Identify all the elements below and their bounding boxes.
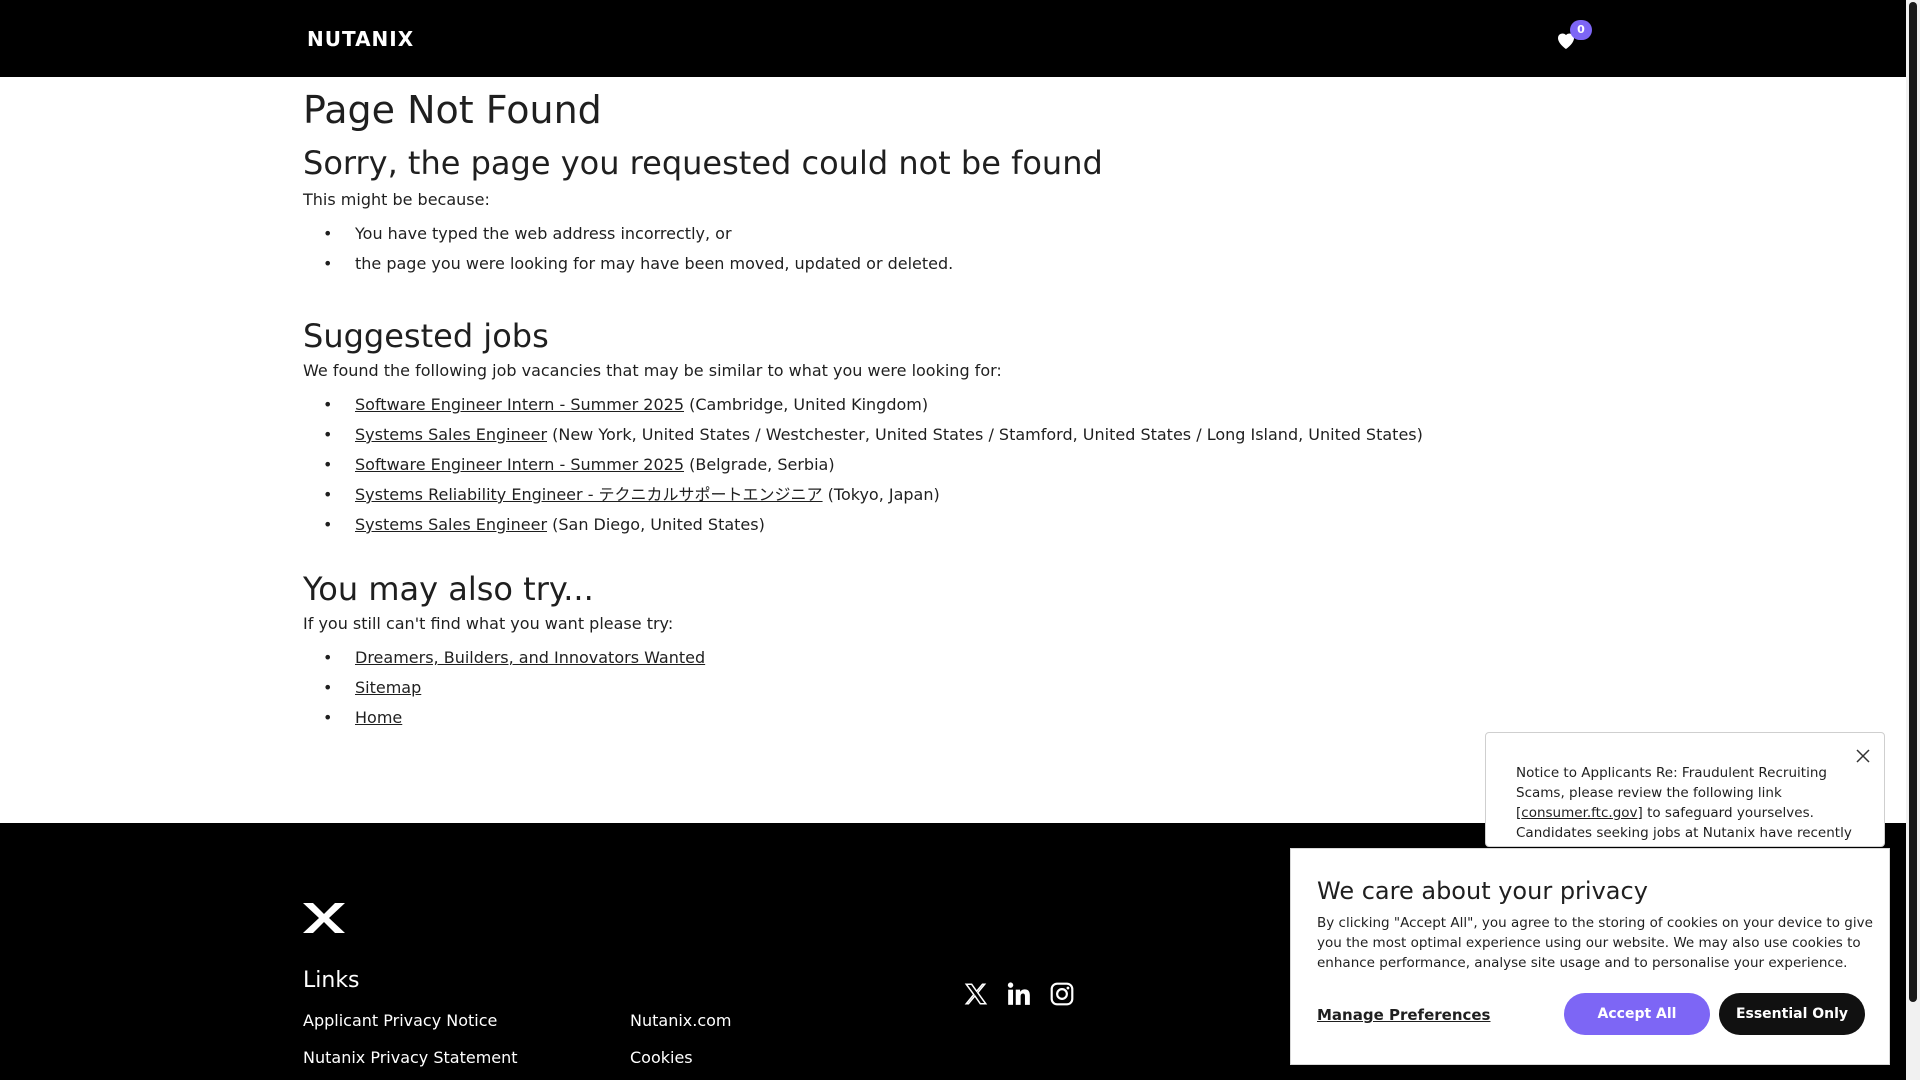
job-item: Systems Reliability Engineer - テクニカルサポート… [303, 480, 1603, 510]
job-item: Systems Sales Engineer (San Diego, Unite… [303, 510, 1603, 540]
suggested-jobs-intro: We found the following job vacancies tha… [303, 361, 1002, 380]
scrollbar[interactable] [1906, 0, 1920, 1080]
main-content: Page Not Found Sorry, the page you reque… [303, 88, 1603, 733]
home-link[interactable]: Home [355, 708, 402, 727]
privacy-statement-link[interactable]: Nutanix Privacy Statement [303, 1048, 518, 1067]
instagram-icon[interactable] [1049, 981, 1075, 1007]
manage-preferences-link[interactable]: Manage Preferences [1317, 1006, 1491, 1024]
linkedin-icon[interactable] [1006, 981, 1032, 1007]
job-link[interactable]: Systems Sales Engineer [355, 515, 547, 534]
fraud-notice-popup: Notice to Applicants Re: Fraudulent Recr… [1485, 732, 1885, 847]
page-subtitle: Sorry, the page you requested could not … [303, 144, 1103, 182]
job-location: (Tokyo, Japan) [827, 485, 940, 504]
suggested-jobs-heading: Suggested jobs [303, 317, 549, 355]
nutanix-x-logo[interactable] [303, 903, 345, 933]
applicant-privacy-link[interactable]: Applicant Privacy Notice [303, 1011, 497, 1030]
nutanix-com-link[interactable]: Nutanix.com [630, 1011, 732, 1030]
cookie-text: By clicking "Accept All", you agree to t… [1317, 915, 1873, 971]
close-icon[interactable] [1854, 747, 1872, 765]
job-location: (New York, United States / Westchester, … [552, 425, 1423, 444]
also-try-list: Dreamers, Builders, and Innovators Wante… [303, 643, 1603, 733]
saved-count-badge: 0 [1570, 20, 1592, 40]
x-icon[interactable] [963, 981, 989, 1007]
page-title: Page Not Found [303, 88, 602, 132]
reason-list: You have typed the web address incorrect… [303, 219, 1603, 279]
job-link[interactable]: Systems Reliability Engineer - テクニカルサポート… [355, 485, 823, 504]
cookies-link[interactable]: Cookies [630, 1048, 693, 1067]
essential-only-button[interactable]: Essential Only [1719, 993, 1865, 1035]
job-location: (San Diego, United States) [552, 515, 765, 534]
fraud-notice-text: Notice to Applicants Re: Fraudulent Recr… [1516, 763, 1856, 843]
list-item: You have typed the web address incorrect… [303, 219, 1603, 249]
list-item: Home [303, 703, 1603, 733]
reason-intro: This might be because: [303, 190, 490, 209]
list-item: Sitemap [303, 673, 1603, 703]
scrollbar-thumb[interactable] [1909, 2, 1917, 1002]
dreamers-link[interactable]: Dreamers, Builders, and Innovators Wante… [355, 648, 705, 667]
also-try-intro: If you still can't find what you want pl… [303, 614, 674, 633]
also-try-heading: You may also try... [303, 570, 594, 608]
job-link[interactable]: Software Engineer Intern - Summer 2025 [355, 395, 684, 414]
job-location: (Belgrade, Serbia) [689, 455, 835, 474]
saved-jobs-button[interactable]: 0 [1554, 20, 1592, 54]
top-navigation-bar: NUTANIX 0 [0, 0, 1906, 77]
job-link[interactable]: Systems Sales Engineer [355, 425, 547, 444]
nutanix-logo[interactable]: NUTANIX [307, 27, 414, 51]
list-item: Dreamers, Builders, and Innovators Wante… [303, 643, 1603, 673]
cookie-title: We care about your privacy [1317, 877, 1648, 905]
job-item: Software Engineer Intern - Summer 2025 (… [303, 450, 1603, 480]
suggested-jobs-list: Software Engineer Intern - Summer 2025 (… [303, 390, 1603, 540]
list-item: the page you were looking for may have b… [303, 249, 1603, 279]
job-link[interactable]: Software Engineer Intern - Summer 2025 [355, 455, 684, 474]
sitemap-link[interactable]: Sitemap [355, 678, 421, 697]
ftc-link[interactable]: consumer.ftc.gov [1521, 805, 1637, 821]
accept-all-button[interactable]: Accept All [1564, 993, 1710, 1035]
job-item: Software Engineer Intern - Summer 2025 (… [303, 390, 1603, 420]
job-item: Systems Sales Engineer (New York, United… [303, 420, 1603, 450]
footer-links-title: Links [303, 968, 360, 993]
cookie-consent-banner: We care about your privacy By clicking "… [1290, 848, 1890, 1065]
job-location: (Cambridge, United Kingdom) [689, 395, 929, 414]
